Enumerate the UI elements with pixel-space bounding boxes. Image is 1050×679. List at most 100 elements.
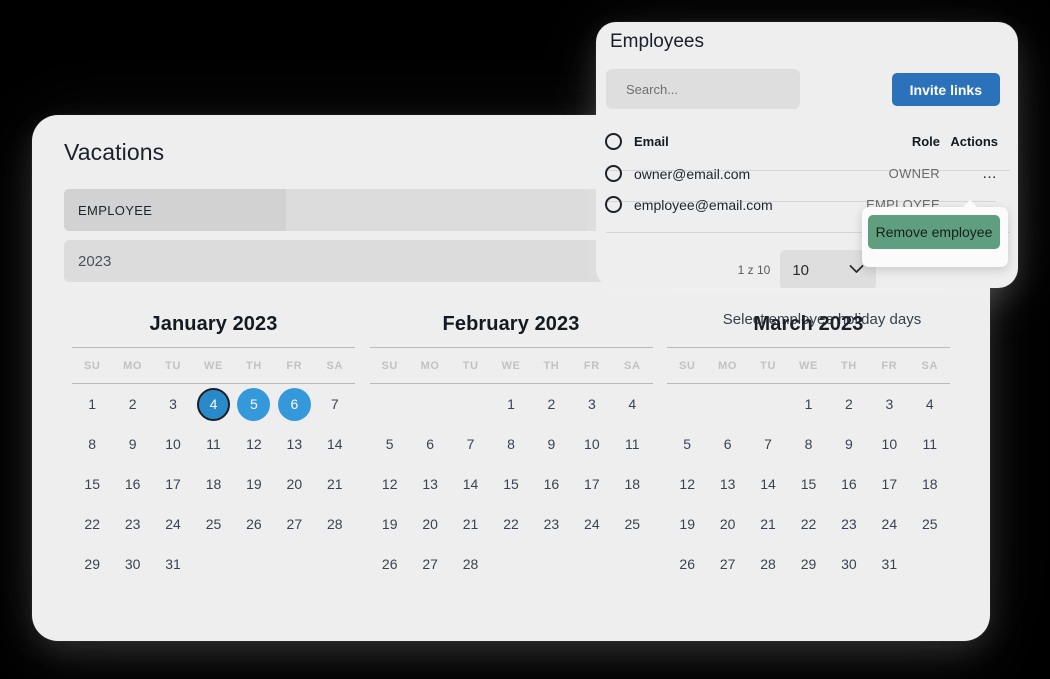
calendar-day[interactable]: 30 (112, 544, 152, 584)
calendar-day[interactable]: 10 (153, 424, 193, 464)
calendar-day[interactable]: 22 (72, 504, 112, 544)
calendar-day[interactable]: 14 (315, 424, 355, 464)
calendar-day[interactable]: 5 (234, 384, 274, 424)
calendar-day[interactable]: 5 (370, 424, 410, 464)
calendar-day[interactable]: 20 (274, 464, 314, 504)
calendar-day[interactable]: 16 (829, 464, 869, 504)
calendar-day[interactable]: 30 (829, 544, 869, 584)
calendar-day[interactable]: 12 (370, 464, 410, 504)
invite-links-button[interactable]: Invite links (891, 73, 1000, 106)
calendar-day[interactable]: 9 (531, 424, 571, 464)
calendar-day[interactable]: 21 (315, 464, 355, 504)
calendar-day[interactable]: 2 (112, 384, 152, 424)
calendar-day[interactable]: 17 (869, 464, 909, 504)
calendar-day[interactable]: 10 (869, 424, 909, 464)
calendar-day[interactable]: 19 (667, 504, 707, 544)
calendar-day[interactable]: 2 (531, 384, 571, 424)
calendar-day[interactable]: 1 (788, 384, 828, 424)
calendar-day[interactable]: 8 (72, 424, 112, 464)
calendar-day[interactable]: 19 (370, 504, 410, 544)
calendar-day-number: 18 (921, 476, 938, 492)
row-checkbox[interactable] (605, 165, 622, 182)
calendar-day[interactable]: 18 (910, 464, 950, 504)
select-all-checkbox[interactable] (605, 133, 622, 150)
calendar-day[interactable]: 7 (450, 424, 490, 464)
calendar-day[interactable]: 7 (748, 424, 788, 464)
calendar-day[interactable]: 9 (829, 424, 869, 464)
calendar-day[interactable]: 9 (112, 424, 152, 464)
row-actions-icon[interactable]: … (982, 166, 998, 181)
calendar-day[interactable]: 29 (72, 544, 112, 584)
calendar-day[interactable]: 16 (112, 464, 152, 504)
table-row[interactable]: owner@email.com OWNER … (596, 158, 1018, 189)
calendar-day[interactable]: 13 (410, 464, 450, 504)
calendar-day[interactable]: 4 (612, 384, 652, 424)
calendar-day[interactable]: 23 (112, 504, 152, 544)
calendar-day[interactable]: 26 (667, 544, 707, 584)
calendar-day[interactable]: 1 (72, 384, 112, 424)
remove-employee-button[interactable]: Remove employee (868, 215, 1000, 249)
calendar-day[interactable]: 26 (234, 504, 274, 544)
calendar-day[interactable]: 18 (612, 464, 652, 504)
calendar-day[interactable]: 17 (153, 464, 193, 504)
calendar-day[interactable]: 13 (274, 424, 314, 464)
calendar-day[interactable]: 3 (153, 384, 193, 424)
calendar-day[interactable]: 27 (707, 544, 747, 584)
calendar-day[interactable]: 21 (748, 504, 788, 544)
calendar-day[interactable]: 14 (450, 464, 490, 504)
calendar-day[interactable]: 22 (788, 504, 828, 544)
calendar-day[interactable]: 5 (667, 424, 707, 464)
row-checkbox[interactable] (605, 196, 622, 213)
calendar-day[interactable]: 8 (788, 424, 828, 464)
calendar-day[interactable]: 20 (410, 504, 450, 544)
calendar-day[interactable]: 3 (869, 384, 909, 424)
calendar-day[interactable]: 13 (707, 464, 747, 504)
calendar-day[interactable]: 2 (829, 384, 869, 424)
calendar-day[interactable]: 25 (193, 504, 233, 544)
calendar-day[interactable]: 24 (153, 504, 193, 544)
calendar-day[interactable]: 20 (707, 504, 747, 544)
calendar-day[interactable]: 11 (910, 424, 950, 464)
calendar-day[interactable]: 6 (410, 424, 450, 464)
calendar-day[interactable]: 15 (72, 464, 112, 504)
calendar-day[interactable]: 10 (572, 424, 612, 464)
calendar-day[interactable]: 28 (315, 504, 355, 544)
calendar-day[interactable]: 27 (410, 544, 450, 584)
calendar-day[interactable]: 21 (450, 504, 490, 544)
calendar-day[interactable]: 26 (370, 544, 410, 584)
calendar-day[interactable]: 18 (193, 464, 233, 504)
calendar-day[interactable]: 4 (193, 384, 233, 424)
calendar-day[interactable]: 25 (612, 504, 652, 544)
calendar-day[interactable]: 14 (748, 464, 788, 504)
calendar-day[interactable]: 15 (788, 464, 828, 504)
calendar-day[interactable]: 31 (153, 544, 193, 584)
calendar-day[interactable]: 22 (491, 504, 531, 544)
calendar-day[interactable]: 24 (869, 504, 909, 544)
calendar-day[interactable]: 15 (491, 464, 531, 504)
calendar-day[interactable]: 25 (910, 504, 950, 544)
calendar-day[interactable]: 3 (572, 384, 612, 424)
calendar-day[interactable]: 28 (748, 544, 788, 584)
calendar-day[interactable]: 19 (234, 464, 274, 504)
calendar-day[interactable]: 23 (531, 504, 571, 544)
calendar-day[interactable]: 8 (491, 424, 531, 464)
calendar-day[interactable]: 12 (234, 424, 274, 464)
calendar-day[interactable]: 16 (531, 464, 571, 504)
calendar-day[interactable]: 11 (193, 424, 233, 464)
calendar-day[interactable]: 1 (491, 384, 531, 424)
calendar-day[interactable]: 17 (572, 464, 612, 504)
calendar-day[interactable]: 7 (315, 384, 355, 424)
calendar-day[interactable]: 11 (612, 424, 652, 464)
calendar-day[interactable]: 4 (910, 384, 950, 424)
calendar-day[interactable]: 28 (450, 544, 490, 584)
cell-email: owner@email.com (634, 165, 751, 182)
search-input[interactable] (606, 69, 800, 109)
calendar-day[interactable]: 29 (788, 544, 828, 584)
calendar-day[interactable]: 27 (274, 504, 314, 544)
calendar-day[interactable]: 23 (829, 504, 869, 544)
calendar-day[interactable]: 6 (274, 384, 314, 424)
calendar-day[interactable]: 6 (707, 424, 747, 464)
calendar-day[interactable]: 24 (572, 504, 612, 544)
calendar-day[interactable]: 31 (869, 544, 909, 584)
calendar-day[interactable]: 12 (667, 464, 707, 504)
